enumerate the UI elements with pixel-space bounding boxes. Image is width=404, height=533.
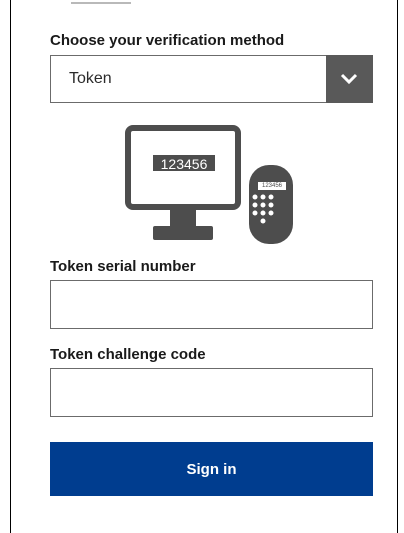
sign-in-button[interactable]: Sign in [50, 442, 373, 496]
verification-method-label: Choose your verification method [50, 32, 285, 49]
verification-method-select[interactable]: Token [50, 55, 373, 103]
monitor-and-token-icon: 123456 123456 [125, 125, 305, 245]
token-challenge-label: Token challenge code [50, 346, 206, 363]
dropdown-button[interactable] [326, 55, 373, 103]
token-challenge-input[interactable] [50, 368, 373, 417]
token-code-display: 123456 [258, 182, 286, 190]
verification-method-value: Token [69, 70, 112, 87]
clipped-top-content [71, 0, 161, 4]
token-serial-input[interactable] [50, 280, 373, 329]
screen-code-display: 123456 [152, 154, 216, 172]
token-serial-label: Token serial number [50, 258, 196, 275]
chevron-down-icon [340, 73, 358, 85]
